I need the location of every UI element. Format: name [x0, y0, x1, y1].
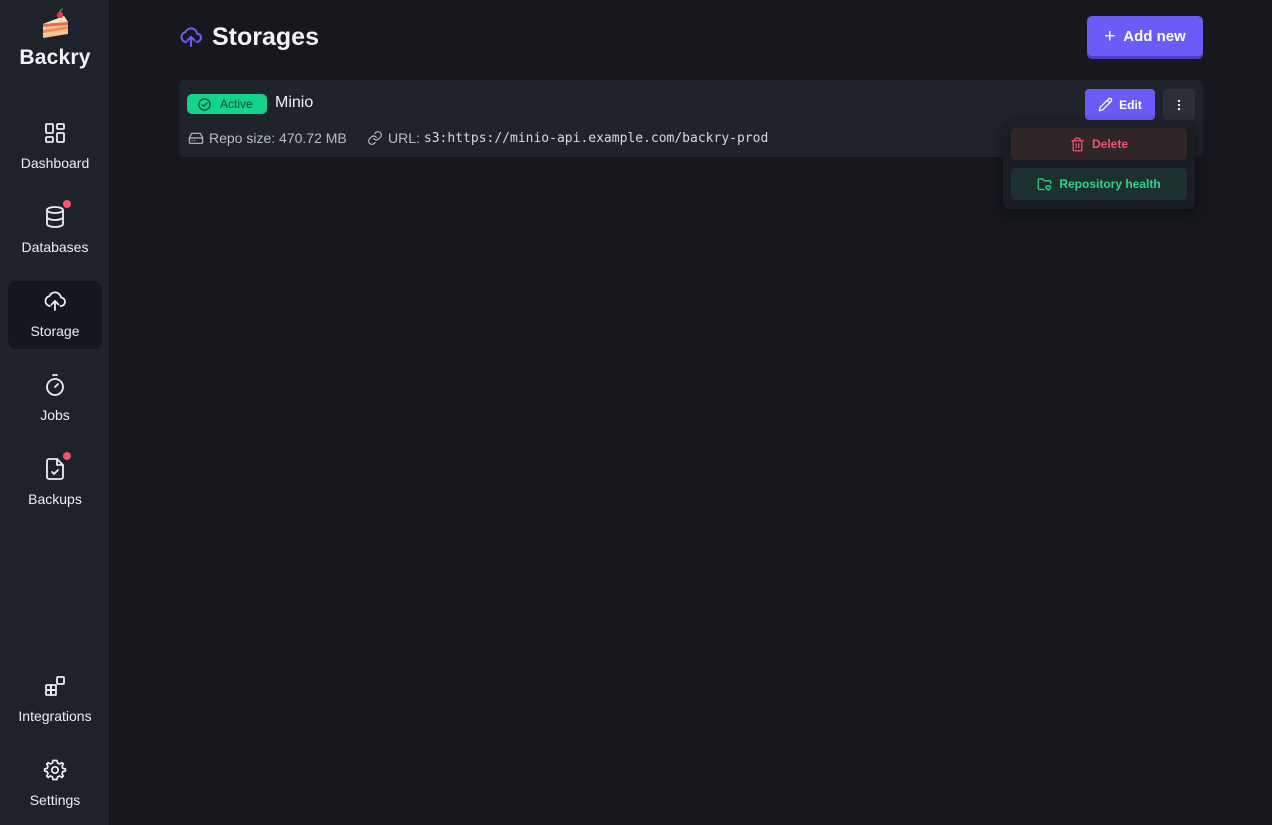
cake-slice-icon: [43, 8, 68, 38]
cloud-upload-icon: [180, 27, 202, 47]
folder-heart-icon: [1037, 177, 1052, 191]
check-circle-icon: [198, 97, 211, 111]
sidebar-item-label: Jobs: [40, 407, 70, 423]
brand-name: Backry: [19, 46, 91, 69]
storage-name: Minio: [275, 94, 314, 111]
notification-dot: [63, 200, 71, 208]
hard-drive-icon: [188, 132, 204, 144]
page-title: Storages: [212, 22, 319, 51]
sidebar-item-backups[interactable]: Backups: [8, 449, 102, 517]
repo-size: Repo size: 470.72 MB: [188, 130, 347, 146]
stopwatch-icon: [43, 373, 67, 397]
blocks-icon: [43, 674, 67, 698]
file-check-icon: [43, 457, 67, 481]
layout-grid-icon: [43, 121, 67, 145]
edit-label: Edit: [1119, 97, 1142, 112]
sidebar-item-label: Settings: [29, 792, 81, 808]
more-vertical-icon: [1177, 99, 1181, 110]
plus-icon: +: [1104, 25, 1116, 47]
sidebar-item-label: Databases: [21, 239, 89, 255]
url-value: s3:https://minio-api.example.com/backry-…: [423, 130, 769, 146]
sidebar-item-label: Backups: [28, 491, 82, 507]
gear-icon: [43, 758, 67, 782]
sidebar-item-integrations[interactable]: Integrations: [8, 666, 102, 734]
cloud-upload-icon: [43, 289, 67, 313]
database-icon: [43, 205, 67, 229]
sidebar-item-jobs[interactable]: Jobs: [8, 365, 102, 433]
brand[interactable]: Backry: [0, 8, 110, 70]
sidebar-item-databases[interactable]: Databases: [8, 197, 102, 265]
edit-button[interactable]: Edit: [1085, 89, 1155, 120]
repo-size-label: Repo size: 470.72 MB: [209, 130, 347, 146]
storage-url: URL: s3:https://minio-api.example.com/ba…: [367, 130, 768, 146]
sidebar-item-label: Storage: [30, 323, 80, 339]
sidebar-item-dashboard[interactable]: Dashboard: [8, 113, 102, 181]
sidebar-item-settings[interactable]: Settings: [8, 750, 102, 818]
status-badge: Active: [187, 94, 267, 114]
pencil-icon: [1098, 97, 1113, 112]
page-header: Storages: [179, 20, 319, 54]
link-icon: [368, 131, 382, 145]
trash-icon: [1071, 137, 1084, 151]
sidebar-item-label: Dashboard: [20, 155, 90, 171]
repository-health-menu-item[interactable]: Repository health: [1011, 168, 1187, 200]
repository-health-label: Repository health: [1059, 177, 1161, 191]
more-options-button[interactable]: [1163, 89, 1195, 120]
delete-menu-item[interactable]: Delete: [1011, 128, 1187, 160]
delete-label: Delete: [1091, 137, 1129, 151]
url-label: URL:: [388, 130, 420, 146]
sidebar-item-storage[interactable]: Storage: [8, 281, 102, 349]
notification-dot: [63, 452, 71, 460]
sidebar: Backry Dashboard Databases Storage Jobs …: [0, 0, 110, 825]
options-dropdown: Delete Repository health: [1003, 121, 1195, 209]
add-new-button[interactable]: + Add new: [1087, 16, 1203, 56]
status-label: Active: [220, 97, 253, 111]
add-new-label: Add new: [1123, 27, 1186, 45]
sidebar-item-label: Integrations: [18, 708, 92, 724]
